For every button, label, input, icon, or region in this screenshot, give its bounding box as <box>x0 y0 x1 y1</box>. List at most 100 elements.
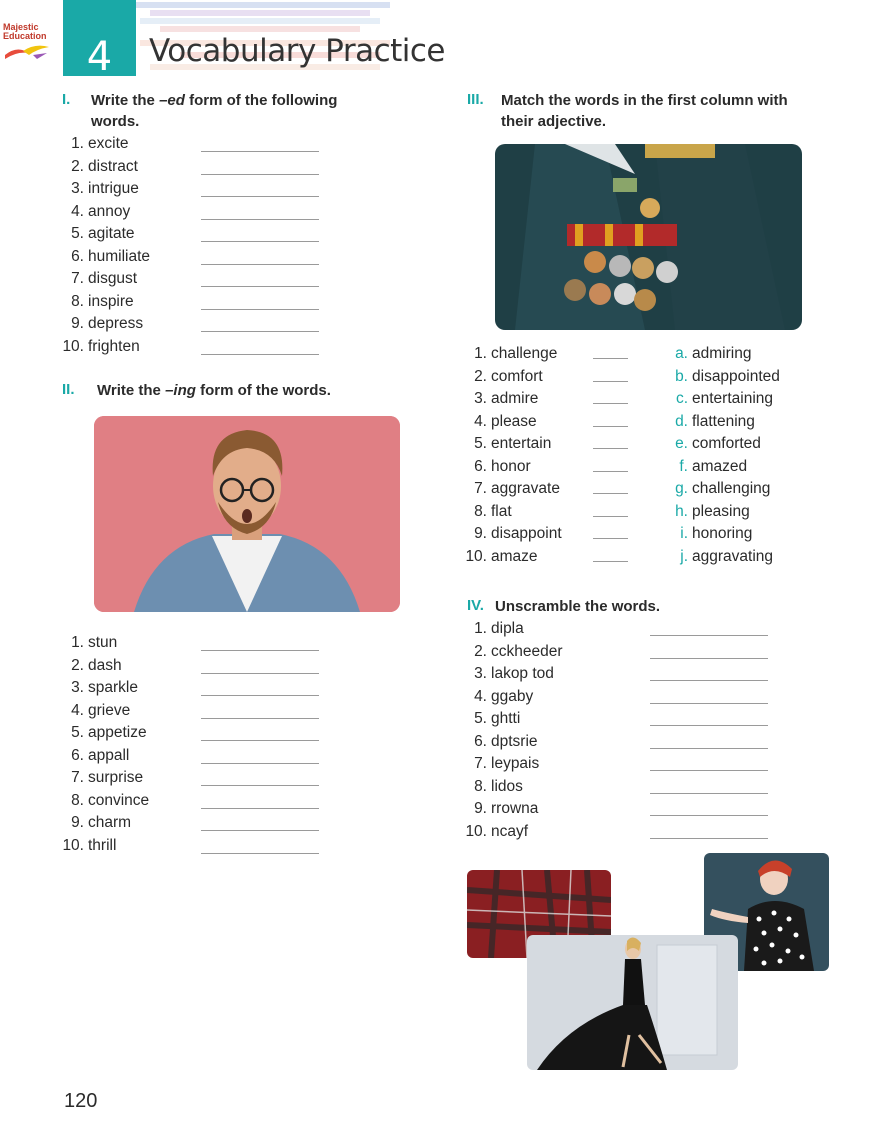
answer-blank[interactable] <box>593 448 628 449</box>
answer-blank[interactable] <box>650 702 768 704</box>
item-word: distract <box>88 157 138 175</box>
match-option: b. disappointed <box>670 366 780 388</box>
item-number: 4. <box>474 412 487 430</box>
item-word: dash <box>88 656 122 674</box>
answer-blank[interactable] <box>650 680 768 681</box>
answer-blank[interactable] <box>201 218 319 220</box>
item-number: 7. <box>474 755 487 772</box>
answer-blank[interactable] <box>201 353 319 355</box>
answer-blank[interactable] <box>201 263 319 265</box>
answer-blank[interactable] <box>201 286 319 287</box>
answer-blank[interactable] <box>201 785 319 786</box>
answer-blank[interactable] <box>593 560 628 562</box>
unit-number-box: 4 <box>63 0 136 80</box>
option-letter: e. <box>675 435 688 452</box>
item-number: 1. <box>71 135 84 152</box>
item-word: appetize <box>88 724 147 741</box>
option-letter: h. <box>675 502 688 520</box>
logo-bird-icon <box>5 45 49 59</box>
item-number: 2. <box>71 157 84 175</box>
answer-blank[interactable] <box>201 331 319 332</box>
answer-blank[interactable] <box>593 515 628 517</box>
answer-blank[interactable] <box>201 672 319 674</box>
heading-emphasis: –ed <box>159 92 185 109</box>
item-number: 5. <box>71 724 84 741</box>
answer-blank[interactable] <box>593 358 628 359</box>
answer-blank[interactable] <box>593 470 628 472</box>
match-option: f. amazed <box>670 456 747 478</box>
publisher-logo: Majestic Education <box>3 23 65 67</box>
list-item: 4. grieve <box>56 700 130 722</box>
answer-blank[interactable] <box>650 792 768 794</box>
answer-blank[interactable] <box>201 173 319 175</box>
answer-blank[interactable] <box>593 403 628 404</box>
answer-blank[interactable] <box>201 762 319 764</box>
unit-number: 4 <box>86 34 113 80</box>
answer-blank[interactable] <box>201 196 319 197</box>
surprised-man-photo <box>94 416 400 612</box>
list-item: 3. sparkle <box>56 677 138 699</box>
list-item: 1. stun <box>56 632 117 654</box>
option-word: honoring <box>692 525 753 542</box>
answer-blank[interactable] <box>650 657 768 659</box>
item-number: 10. <box>465 822 487 840</box>
list-item: 5. appetize <box>56 722 147 744</box>
list-item: 5. entertain <box>459 433 551 455</box>
answer-blank[interactable] <box>201 807 319 809</box>
option-word: admiring <box>692 345 752 362</box>
answer-blank[interactable] <box>593 380 628 382</box>
answer-blank[interactable] <box>593 538 628 539</box>
answer-blank[interactable] <box>201 717 319 719</box>
black-dress-woman-photo <box>527 935 738 1070</box>
option-word: flattening <box>692 412 755 430</box>
option-word: challenging <box>692 480 771 497</box>
answer-blank[interactable] <box>201 740 319 741</box>
item-word: thrill <box>88 836 117 854</box>
heading-text: Write the <box>97 382 166 399</box>
answer-blank[interactable] <box>201 151 319 152</box>
list-item: 10. ncayf <box>459 821 528 843</box>
answer-blank[interactable] <box>650 815 768 816</box>
match-option: d. flattening <box>670 411 755 433</box>
answer-blank[interactable] <box>201 650 319 651</box>
item-number: 1. <box>474 620 487 637</box>
page-title: Vocabulary Practice <box>149 33 446 69</box>
list-item: 3. admire <box>459 388 538 410</box>
answer-blank[interactable] <box>593 493 628 494</box>
answer-blank[interactable] <box>201 830 319 831</box>
answer-blank[interactable] <box>201 308 319 310</box>
option-letter: c. <box>675 390 688 407</box>
answer-blank[interactable] <box>650 747 768 749</box>
option-word: entertaining <box>692 390 774 407</box>
item-number: 5. <box>474 435 487 452</box>
item-word: frighten <box>88 337 140 355</box>
answer-blank[interactable] <box>650 770 768 771</box>
list-item: 8. convince <box>56 790 149 812</box>
match-option: g. challenging <box>670 478 770 500</box>
option-word: aggravating <box>692 547 774 565</box>
item-number: 8. <box>474 777 487 795</box>
option-letter: i. <box>680 525 688 542</box>
answer-blank[interactable] <box>650 635 768 636</box>
item-number: 6. <box>71 247 84 265</box>
answer-blank[interactable] <box>201 695 319 696</box>
option-letter: g. <box>675 480 688 497</box>
item-word: disappoint <box>491 525 562 542</box>
item-word: ghtti <box>491 710 521 727</box>
answer-blank[interactable] <box>201 241 319 242</box>
list-item: 6. honor <box>459 456 531 478</box>
item-number: 2. <box>474 642 487 660</box>
logo-text: Education <box>3 31 47 41</box>
answer-blank[interactable] <box>201 852 319 854</box>
list-item: 7. leypais <box>459 753 539 775</box>
answer-blank[interactable] <box>593 425 628 427</box>
item-number: 3. <box>71 180 84 197</box>
answer-blank[interactable] <box>650 837 768 839</box>
answer-blank[interactable] <box>650 725 768 726</box>
heading-text: form of the words. <box>195 382 331 399</box>
item-word: lidos <box>491 777 523 795</box>
item-word: humiliate <box>88 247 151 265</box>
item-number: 3. <box>71 679 84 696</box>
item-word: entertain <box>491 435 552 452</box>
match-option: c. entertaining <box>670 388 773 410</box>
